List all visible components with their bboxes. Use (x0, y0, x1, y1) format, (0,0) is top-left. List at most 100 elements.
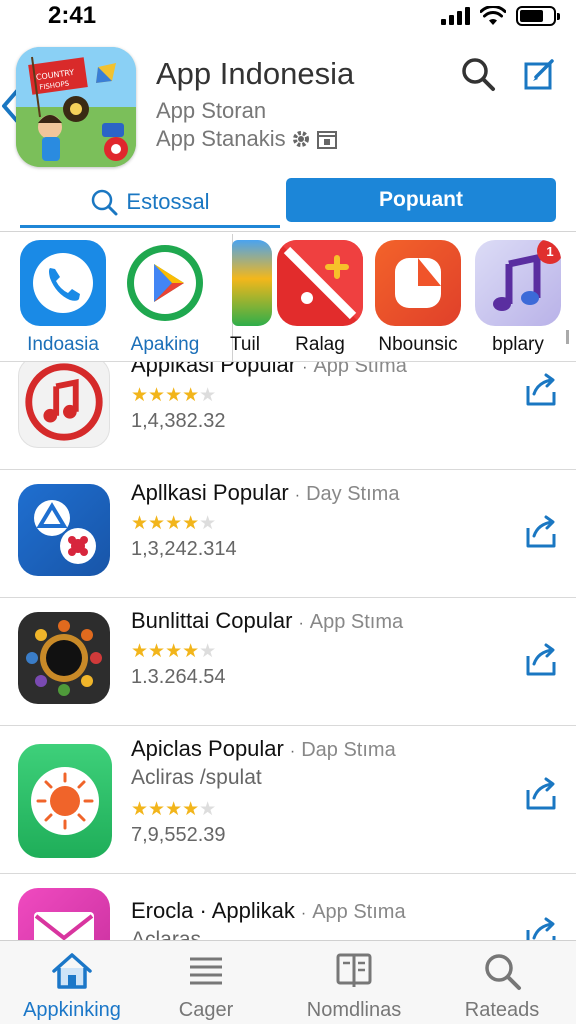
app-header: COUNTRY FISHOPS App Indonesia App Storan… (0, 40, 576, 170)
star-rating: ★★★★★ (131, 799, 217, 820)
app-meta: Dap Stıma (301, 739, 396, 761)
home-icon (52, 953, 92, 989)
category-item-apaking[interactable]: Apaking (117, 240, 213, 356)
battery-level (520, 10, 544, 22)
category-label: Apaking (130, 334, 200, 355)
app-meta: Day Stıma (306, 483, 400, 505)
signal-icon (441, 7, 470, 25)
app-subtitle: Acliras /spulat (131, 766, 262, 789)
list-item[interactable]: Apiclas Popular · Dap Stıma Acliras /spula… (0, 726, 576, 874)
list-item[interactable]: Applkasi Popular · App Stıma ★★★★★ 1,4,382… (0, 362, 576, 470)
category-strip: Indoasia Apaking Tuil Ralag Nbounsic 1 b… (0, 234, 576, 362)
more-indicator (566, 330, 576, 344)
download-count: 1,4,382.32 (131, 410, 226, 432)
search-icon (462, 58, 495, 91)
star-rating: ★★★★★ (131, 513, 217, 534)
mail-app-icon (18, 888, 110, 940)
app-name-text: Apllkasi Popular (131, 480, 289, 505)
phone-icon (20, 240, 106, 326)
tools-icon (277, 240, 363, 326)
app-name-text: Bunlittai Copular (131, 608, 293, 633)
notification-badge: 1 (537, 240, 561, 264)
category-item-tuil[interactable]: Tuil (200, 240, 272, 356)
sun-dial-app-icon (18, 612, 110, 704)
tab-estossal[interactable]: Estossal (20, 178, 280, 228)
play-store-icon (122, 240, 208, 326)
music-app-icon (18, 362, 110, 448)
app-subtitle: App Storan (156, 98, 267, 123)
search-icon (485, 954, 521, 990)
tab-cager[interactable]: Cager (134, 949, 278, 1022)
tab-appkinking[interactable]: Appkinking (0, 949, 144, 1022)
tab-popuant[interactable]: Popuant (286, 178, 556, 222)
tab-estossal-label: Estossal (126, 188, 210, 214)
list-item[interactable]: Apllkasi Popular · Day Stıma ★★★★★ 1,3,242… (0, 470, 576, 598)
star-rating: ★★★★★ (131, 385, 217, 406)
search-icon (92, 189, 118, 215)
share-icon[interactable] (524, 776, 560, 812)
app-name: Applkasi Popular · App Stıma (131, 362, 407, 378)
category-item-bplary[interactable]: 1 bplary (470, 240, 566, 356)
tab-bar: Appkinking Cager Nomdlinas Rateads (0, 940, 576, 1024)
star-rating: ★★★★★ (131, 641, 217, 662)
app-meta: App Stıma (313, 362, 407, 377)
app-meta: App Stıma (309, 611, 404, 633)
category-label: Ralag (295, 334, 345, 355)
tab-label: Appkinking (23, 999, 121, 1021)
clock-icon (375, 240, 461, 326)
app-name: Apiclas Popular · Dap Stıma (131, 736, 396, 761)
package-icon (316, 131, 337, 149)
share-icon[interactable] (524, 372, 560, 408)
tab-label: Nomdlinas (306, 999, 402, 1021)
sun-app-icon (18, 744, 112, 858)
category-label: Nbounsic (378, 334, 458, 355)
search-button[interactable] (458, 54, 498, 94)
category-label: bplary (492, 334, 544, 355)
menu-lines-icon (190, 957, 222, 985)
app-subtitle: Aclaras (131, 928, 202, 940)
app-name-text: Apiclas Popular (131, 736, 284, 761)
segmented-control: Estossal Popuant (0, 172, 576, 232)
app-title: App Indonesia (156, 56, 355, 91)
list-item[interactable]: Bunlittai Copular · App Stıma ★★★★★ 1.3.26… (0, 598, 576, 726)
tab-nomdlinas[interactable]: Nomdlinas (282, 949, 426, 1022)
tab-rateads[interactable]: Rateads (430, 949, 574, 1022)
tab-popuant-label: Popuant (379, 188, 463, 211)
badge-count: 1 (546, 243, 554, 259)
share-icon[interactable] (524, 514, 560, 550)
music-note-icon: 1 (475, 240, 561, 326)
download-count: 1.3.264.54 (131, 666, 226, 688)
tab-label: Cager (178, 999, 234, 1021)
status-time: 2:41 (48, 2, 97, 29)
app-name: Erocla · Applikak · App Stıma (131, 898, 406, 923)
apps-icon (232, 240, 272, 326)
download-count: 7,9,552.39 (131, 824, 226, 846)
wifi-icon (480, 6, 506, 25)
app-hero-icon: COUNTRY FISHOPS (16, 47, 136, 167)
book-icon (336, 953, 372, 987)
category-label: Indoasia (27, 334, 99, 355)
category-item-indoasia[interactable]: Indoasia (15, 240, 111, 356)
category-item-nbounsic[interactable]: Nbounsic (370, 240, 466, 356)
app-name: Bunlittai Copular · App Stıma (131, 608, 404, 633)
share-icon[interactable] (524, 642, 560, 678)
app-list: Applkasi Popular · App Stıma ★★★★★ 1,4,382… (0, 362, 576, 940)
category-item-ralag[interactable]: Ralag (272, 240, 368, 356)
app-meta: App Stıma (312, 901, 406, 923)
compose-icon (524, 59, 554, 90)
app-name-text: Applkasi Popular (131, 362, 297, 377)
status-icons (441, 6, 560, 26)
category-label: Tuil (230, 334, 260, 355)
app-name: Apllkasi Popular · Day Stıma (131, 480, 400, 505)
list-item[interactable]: Erocla · Applikak · App Stıma Aclaras (0, 874, 576, 940)
app-subtitle-2-text: App Stanakis (156, 126, 286, 151)
triangle-app-icon (18, 484, 110, 576)
app-subtitle-2: App Stanakis (156, 126, 338, 152)
gear-icon (292, 131, 309, 147)
app-name-text: Erocla · Applikak (131, 898, 295, 923)
tab-label: Rateads (464, 999, 540, 1021)
download-count: 1,3,242.314 (131, 538, 237, 560)
battery-icon (516, 6, 560, 26)
compose-button[interactable] (520, 54, 560, 94)
share-icon[interactable] (524, 916, 560, 940)
